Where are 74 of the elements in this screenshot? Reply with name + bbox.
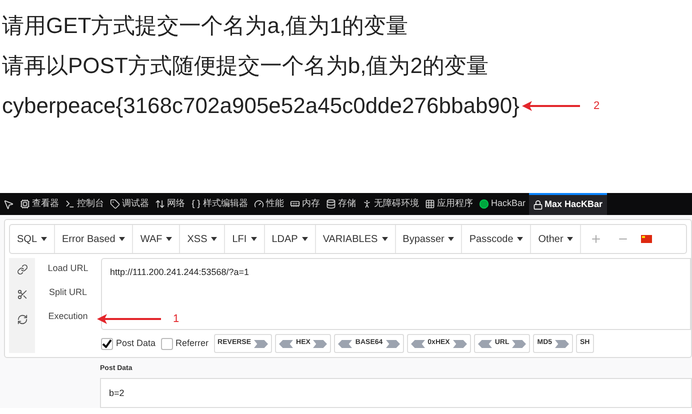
gauge-icon — [254, 199, 264, 209]
caret-icon — [250, 237, 257, 241]
menu-dropdown[interactable]: WAF — [133, 225, 180, 253]
checkbox[interactable] — [160, 338, 173, 350]
devtools-tab[interactable]: HackBar — [476, 193, 529, 215]
chevron-icon — [512, 340, 526, 348]
chevron-icon — [386, 340, 400, 348]
caret-icon — [517, 237, 524, 241]
chevron-icon — [555, 340, 570, 348]
devtools-tab[interactable]: 查看器 — [17, 193, 62, 215]
chevron-icon — [410, 340, 425, 348]
annotation-number: 2 — [594, 98, 600, 114]
menu-dropdown[interactable]: LDAP — [264, 225, 316, 253]
hackbar-icon — [479, 199, 489, 209]
flag-icon[interactable] — [641, 235, 652, 243]
memory-icon — [290, 199, 300, 209]
picker-icon[interactable] — [3, 198, 14, 210]
menu-dropdown[interactable]: Error Based — [55, 225, 134, 253]
heading-text: cyberpeace{3168c702a905e52a45c0dde276bbab90} — [2, 92, 520, 120]
scissors-icon[interactable] — [16, 289, 28, 300]
devtools-tab[interactable]: 调试器 — [107, 193, 152, 215]
link-icon[interactable] — [16, 264, 28, 275]
devtools-tab[interactable]: 应用程序 — [422, 193, 476, 215]
menu-dropdown[interactable]: Passcode — [462, 225, 532, 253]
devtools-tab[interactable]: Max HacKBar — [528, 193, 607, 215]
lock-icon — [532, 200, 543, 210]
action-button[interactable]: Execution — [48, 310, 88, 324]
checkbox-label: Referrer — [176, 336, 209, 350]
chevron-icon — [313, 340, 328, 348]
menu-dropdown[interactable]: Other — [531, 225, 582, 253]
devtools-tab[interactable]: 内存 — [287, 193, 323, 215]
caret-icon — [166, 237, 172, 241]
tag-icon — [110, 199, 120, 209]
terminal-icon — [65, 199, 75, 209]
heading-text: 请再以POST方式随便提交一个名为b,值为2的变量 — [2, 52, 488, 80]
post-data-field[interactable]: b=2 — [100, 378, 692, 408]
refresh-icon[interactable] — [16, 314, 28, 325]
devtools-tab[interactable]: 控制台 — [62, 193, 107, 215]
annotation-number: 1 — [173, 312, 180, 327]
menu-dropdown[interactable]: XSS — [180, 225, 226, 253]
accessibility-icon — [362, 199, 372, 209]
braces-icon — [191, 199, 201, 209]
arrow-icon — [522, 101, 580, 111]
arrow-icon — [97, 314, 161, 324]
menu-dropdown[interactable]: LFI — [225, 225, 265, 253]
chevron-icon — [452, 340, 467, 348]
devtools-tab[interactable]: 性能 — [251, 193, 287, 215]
chip-icon — [20, 199, 30, 209]
action-button[interactable]: Split URL — [48, 286, 87, 300]
devtools-tab[interactable]: 样式编辑器 — [188, 193, 251, 215]
caret-icon — [448, 237, 454, 241]
checkbox[interactable] — [101, 338, 113, 350]
menu-dropdown[interactable]: Bypasser — [396, 225, 462, 253]
caret-icon — [211, 237, 218, 241]
caret-icon — [567, 237, 574, 241]
devtools-tab[interactable]: 存储 — [323, 193, 359, 215]
devtools-tab[interactable]: 网络 — [152, 193, 188, 215]
menu-dropdown[interactable]: VARIABLES — [316, 225, 396, 253]
caret-icon — [119, 237, 126, 241]
chevron-icon — [338, 340, 352, 348]
chevron-icon — [254, 340, 268, 348]
arrows-icon — [155, 199, 165, 209]
checkbox-label: Post Data — [116, 336, 156, 350]
heading-text: 请用GET方式提交一个名为a,值为1的变量 — [2, 12, 408, 40]
action-button[interactable]: Load URL — [48, 262, 88, 276]
caret-icon — [382, 237, 388, 241]
chevron-icon — [478, 340, 492, 348]
grid-icon — [425, 199, 435, 209]
caret-icon — [302, 237, 308, 241]
devtools-tab[interactable]: 无障碍环境 — [359, 193, 422, 215]
caret-icon — [41, 237, 48, 241]
menu-dropdown[interactable]: SQL — [10, 225, 56, 253]
database-icon — [326, 199, 336, 209]
chevron-icon — [279, 340, 294, 348]
